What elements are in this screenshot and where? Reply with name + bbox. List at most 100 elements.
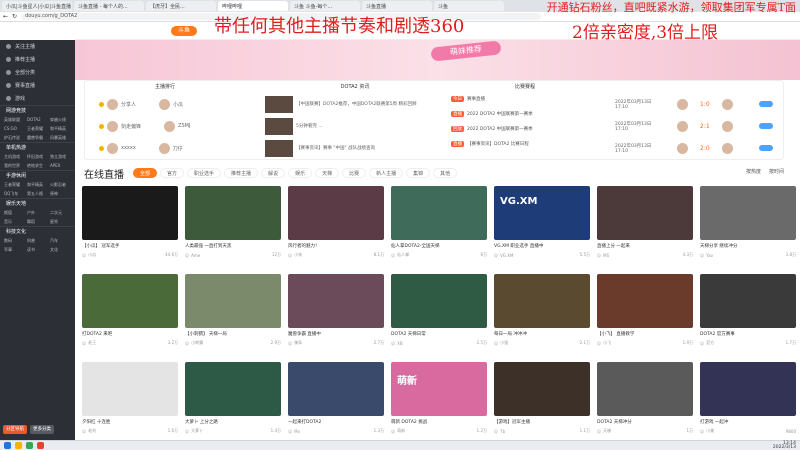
sidebar-category-link[interactable]: 我的世界 [4,162,25,170]
sidebar-category-link[interactable]: 独立游戏 [50,153,71,161]
sidebar-item[interactable]: 游戏 [0,92,75,105]
room-thumbnail[interactable] [288,362,384,416]
sidebar-category-link[interactable]: 原神 [50,190,71,198]
back-icon[interactable]: ← [3,13,8,20]
room-thumbnail[interactable] [82,274,178,328]
room-thumbnail[interactable] [391,274,487,328]
sidebar-category-link[interactable]: 炉石传说 [4,134,25,142]
category-tab[interactable]: 天梯 [315,168,340,178]
sidebar-category-link[interactable]: 科普 [27,237,48,245]
sidebar-category-link[interactable]: 风暴英雄 [50,134,71,142]
sidebar-category-link[interactable]: 数码 [4,237,25,245]
room-thumbnail[interactable]: 萌新 [391,362,487,416]
sidebar-category-link[interactable]: 颜值 [4,209,25,217]
news-row[interactable]: 【中国联赛】DOTA2推荐，中国DOTA2联赛第5周 精彩回顾 [265,93,445,115]
live-room-card[interactable]: 萌新 萌新 DOTA2 挑战 ☺ 萌新 1.2万 [391,362,487,446]
room-thumbnail[interactable] [82,186,178,240]
match-row[interactable]: 2022年03月13日 17:10 2:0 [615,137,785,159]
live-room-card[interactable]: DOTA2 天梯冲分 ☺ 天梯 1万 [597,362,693,446]
sidebar-category-link[interactable]: 王者荣耀 [4,181,25,189]
category-tab[interactable]: 比赛 [342,168,367,178]
live-room-card[interactable]: 一起来打DOTA2 ☺ Mx 1.3万 [288,362,384,446]
live-room-card[interactable]: 魔兽争霸 直播中 ☺ 辣条 2.7万 [288,274,384,358]
live-room-card[interactable]: 风行者的魅力！ ☺ 小宋 8.1万 [288,186,384,270]
sidebar-category-link[interactable]: 魔兽争霸 [27,134,48,142]
room-thumbnail[interactable] [700,362,796,416]
match-row[interactable]: 2022年03月13日 17:10 1:0 [615,93,785,115]
live-room-card[interactable]: DOTA2 天梯日常 ☺ XB 2.5万 [391,274,487,358]
live-room-card[interactable]: 大萝卜 上分之路 ☺ 大萝卜 1.4万 [185,362,281,446]
live-room-card[interactable]: 人类最强 一直打到天黑 ☺ Ame 12万 [185,186,281,270]
sidebar-category-link[interactable]: QQ飞车 [4,190,25,198]
live-room-card[interactable]: 【游戏】冠军主播 ☺ Tb 1.1万 [494,362,590,446]
watch-button[interactable] [758,101,773,107]
news-row[interactable]: 【赛事资讯】赛事 "中国" 战队战绩查询 [265,137,445,159]
sidebar-item[interactable]: 全部分类 [0,66,75,79]
sidebar-category-link[interactable]: 怀旧游戏 [27,153,48,161]
category-tab[interactable]: 推荐主播 [224,168,259,178]
browser-icon[interactable] [26,442,33,449]
category-tab[interactable]: 娱乐 [288,168,313,178]
browser-tab[interactable]: 斗鱼 斗鱼-每个... [290,1,360,11]
browser-tab[interactable]: 斗鱼直播 [362,1,432,11]
browser-tab[interactable]: 哔哩哔哩 [218,1,288,11]
sidebar-category-link[interactable]: 火影忍者 [50,181,71,189]
sidebar-category-link[interactable]: 读书 [27,246,48,254]
live-room-card[interactable]: 打游戏 一起冲 ☺ 小美 9800 [700,362,796,446]
browser-tab[interactable]: 斗鱼 [434,1,504,11]
browser-tab[interactable]: 【虎牙】全民... [146,1,216,11]
folder-icon[interactable] [15,442,22,449]
room-thumbnail[interactable] [82,362,178,416]
sidebar-category-link[interactable]: 和平精英 [50,125,71,133]
anchor-rank-row[interactable]: 剑走偏锋 ZSMJ [85,115,245,137]
sidebar-category-link[interactable]: 穿越火线 [50,116,71,124]
sidebar-category-link[interactable]: 汽车 [50,237,71,245]
sidebar-category-link[interactable]: 英雄联盟 [4,116,25,124]
room-thumbnail[interactable] [597,362,693,416]
sidebar-category-link[interactable]: 主机游戏 [4,153,25,161]
sidebar-item[interactable]: 推荐主播 [0,53,75,66]
start-icon[interactable] [4,442,11,449]
live-room-card[interactable]: VG.XM VG.XM 职业选手 直播中 ☺ VG.XM 5.5万 [494,186,590,270]
live-room-card[interactable]: 打DOTA2 来吧 ☺ 老王 3.2万 [82,274,178,358]
room-thumbnail[interactable] [700,274,796,328]
category-tab[interactable]: 职业选手 [187,168,222,178]
category-tab[interactable]: 解说 [261,168,286,178]
sidebar-category-link[interactable]: 和平精英 [27,181,48,189]
room-thumbnail[interactable] [494,274,590,328]
app-icon[interactable] [37,442,44,449]
site-logo[interactable]: 斗鱼 [171,25,197,36]
schedule-row[interactable]: 直播 【赛事资讯】DOTA2 比赛日程 [451,138,605,149]
sidebar-item[interactable]: 赛事直播 [0,79,75,92]
live-room-card[interactable]: 【小刺猬】 天梯一局 ☺ 小刺猬 2.9万 [185,274,281,358]
sidebar-category-link[interactable]: 文化 [50,246,71,254]
room-thumbnail[interactable] [288,186,384,240]
category-tab[interactable]: 新人主播 [369,168,404,178]
category-tab[interactable]: 全部 [133,168,158,178]
live-room-card[interactable]: 仙人掌DOTA2-全国天梯 ☺ 仙人掌 6万 [391,186,487,270]
live-room-card[interactable]: 【小飞】 直播教学 ☺ 小飞 1.9万 [597,274,693,358]
schedule-row[interactable]: 回放 2022 DOTA2 中国联赛第一赛季 [451,123,605,134]
sidebar-category-link[interactable]: 军事 [4,246,25,254]
watch-button[interactable] [758,145,773,151]
sidebar-category-link[interactable]: 二次元 [50,209,71,217]
sidebar-item[interactable]: 关注主播 [0,40,75,53]
sidebar-category-link[interactable]: 音乐 [4,218,25,226]
sidebar-category-link[interactable]: DOTA2 [27,116,48,124]
more-categories-button[interactable]: 更多分类 [30,425,54,434]
anchor-rank-row[interactable]: 分享人 小瓜 [85,93,245,115]
news-row[interactable]: 5分钟看完 ... [265,115,445,137]
room-thumbnail[interactable] [288,274,384,328]
live-room-card[interactable]: 夕阳红 十连胜 ☺ 老刘 1.6万 [82,362,178,446]
sidebar-category-link[interactable]: 第五人格 [27,190,48,198]
sort-option[interactable]: 按时间 [769,168,784,175]
category-tab[interactable]: 其他 [433,168,458,178]
room-thumbnail[interactable] [391,186,487,240]
sidebar-category-link[interactable]: 星秀 [50,218,71,226]
live-room-card[interactable]: DOTA2 官方赛事 ☺ 官方 1.7万 [700,274,796,358]
sidebar-category-link[interactable]: CS:GO [4,125,25,133]
sort-option[interactable]: 按热度 [746,168,761,175]
room-thumbnail[interactable] [185,186,281,240]
watch-button[interactable] [758,123,773,129]
room-thumbnail[interactable] [700,186,796,240]
